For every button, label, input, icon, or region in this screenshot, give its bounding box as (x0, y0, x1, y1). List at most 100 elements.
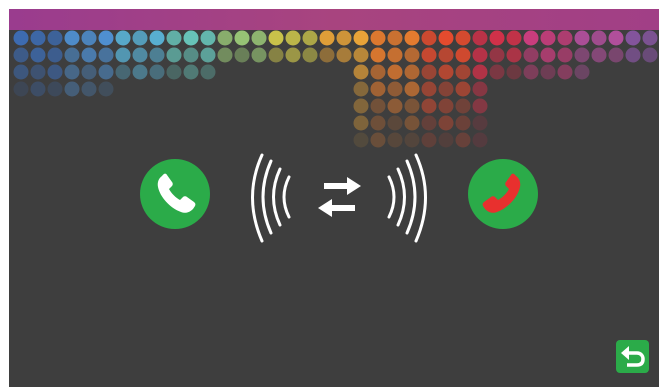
mosaic-dot (13, 81, 29, 97)
mosaic-dot (489, 64, 505, 80)
mosaic-dot (472, 81, 488, 97)
mosaic-dot (353, 98, 369, 114)
call-screen: phone-accept-icon phone-reject-icon (9, 9, 659, 387)
mosaic-dot (387, 47, 403, 63)
mosaic-dot (472, 115, 488, 131)
mosaic-dot (540, 30, 556, 46)
mosaic-dot (13, 30, 29, 46)
mosaic-dot (421, 81, 437, 97)
mosaic-dot (64, 81, 80, 97)
mosaic-dot (574, 30, 590, 46)
mosaic-dot (47, 30, 63, 46)
mosaic-dot (47, 64, 63, 80)
mosaic-dot (47, 81, 63, 97)
mosaic-dot (30, 64, 46, 80)
mosaic-dot (438, 81, 454, 97)
mosaic-dot (506, 30, 522, 46)
mosaic-dot (438, 115, 454, 131)
mosaic-dot (404, 47, 420, 63)
back-button[interactable] (616, 340, 649, 373)
mosaic-dot (370, 64, 386, 80)
mosaic-dot (438, 64, 454, 80)
mosaic-dot (149, 30, 165, 46)
mosaic-dot (353, 30, 369, 46)
mosaic-dot (523, 30, 539, 46)
mosaic-dot (370, 81, 386, 97)
mosaic-dot (353, 64, 369, 80)
mosaic-dot (234, 47, 250, 63)
mosaic-dot (625, 30, 641, 46)
mosaic-dot (404, 115, 420, 131)
mosaic-dot (251, 30, 267, 46)
mosaic-dot (438, 30, 454, 46)
mosaic-dot (387, 98, 403, 114)
mosaic-dot (183, 64, 199, 80)
mosaic-dot (115, 47, 131, 63)
mosaic-dot (387, 30, 403, 46)
mosaic-dot (200, 30, 216, 46)
mosaic-dot (200, 47, 216, 63)
mosaic-dot (438, 132, 454, 148)
mosaic-dot (336, 30, 352, 46)
mosaic-dot (251, 47, 267, 63)
mosaic-dot (64, 30, 80, 46)
mosaic-dot (13, 64, 29, 80)
mosaic-dot (557, 30, 573, 46)
mosaic-dot (166, 30, 182, 46)
mosaic-dot (81, 64, 97, 80)
mosaic-dot (625, 47, 641, 63)
mosaic-dot (200, 64, 216, 80)
mosaic-dot (421, 64, 437, 80)
mosaic-dot (30, 47, 46, 63)
mosaic-dot (115, 30, 131, 46)
mosaic-dot (387, 115, 403, 131)
mosaic-dot (370, 115, 386, 131)
mosaic-dot (81, 30, 97, 46)
mosaic-dot (557, 47, 573, 63)
mosaic-dot (132, 64, 148, 80)
mosaic-dot (115, 64, 131, 80)
mosaic-dot (64, 64, 80, 80)
mosaic-dot (98, 30, 114, 46)
mosaic-dot (149, 64, 165, 80)
mosaic-dot (387, 81, 403, 97)
mosaic-dot (421, 30, 437, 46)
mosaic-dot (574, 64, 590, 80)
mosaic-dot (489, 30, 505, 46)
mosaic-dot (302, 30, 318, 46)
mosaic-dot (472, 98, 488, 114)
mosaic-dot (81, 47, 97, 63)
mosaic-dot (455, 30, 471, 46)
mosaic-dot (489, 47, 505, 63)
mosaic-dot (353, 132, 369, 148)
mosaic-dot (421, 115, 437, 131)
top-bar (9, 9, 659, 30)
mosaic-dot (591, 47, 607, 63)
call-transfer-signal-icon (251, 153, 427, 243)
mosaic-dot (642, 47, 658, 63)
mosaic-dot (608, 30, 624, 46)
mosaic-dot (421, 132, 437, 148)
mosaic-dot (591, 30, 607, 46)
mosaic-dot (149, 47, 165, 63)
mosaic-dot (217, 47, 233, 63)
mosaic-dot (455, 132, 471, 148)
mosaic-dot (404, 132, 420, 148)
mosaic-dot (438, 98, 454, 114)
mosaic-dot (455, 47, 471, 63)
accept-call-button[interactable]: phone-accept-icon (140, 159, 210, 229)
mosaic-dot (370, 30, 386, 46)
mosaic-dot (166, 64, 182, 80)
mosaic-dot (472, 132, 488, 148)
mosaic-dot (98, 47, 114, 63)
mosaic-dot (472, 47, 488, 63)
mosaic-dot (285, 47, 301, 63)
mosaic-dot (98, 64, 114, 80)
mosaic-dot (302, 47, 318, 63)
mosaic-dot (30, 30, 46, 46)
mosaic-dot (455, 98, 471, 114)
reject-call-button[interactable]: phone-reject-icon (468, 159, 538, 229)
mosaic-dot (353, 81, 369, 97)
mosaic-dot (455, 64, 471, 80)
mosaic-dot (268, 30, 284, 46)
